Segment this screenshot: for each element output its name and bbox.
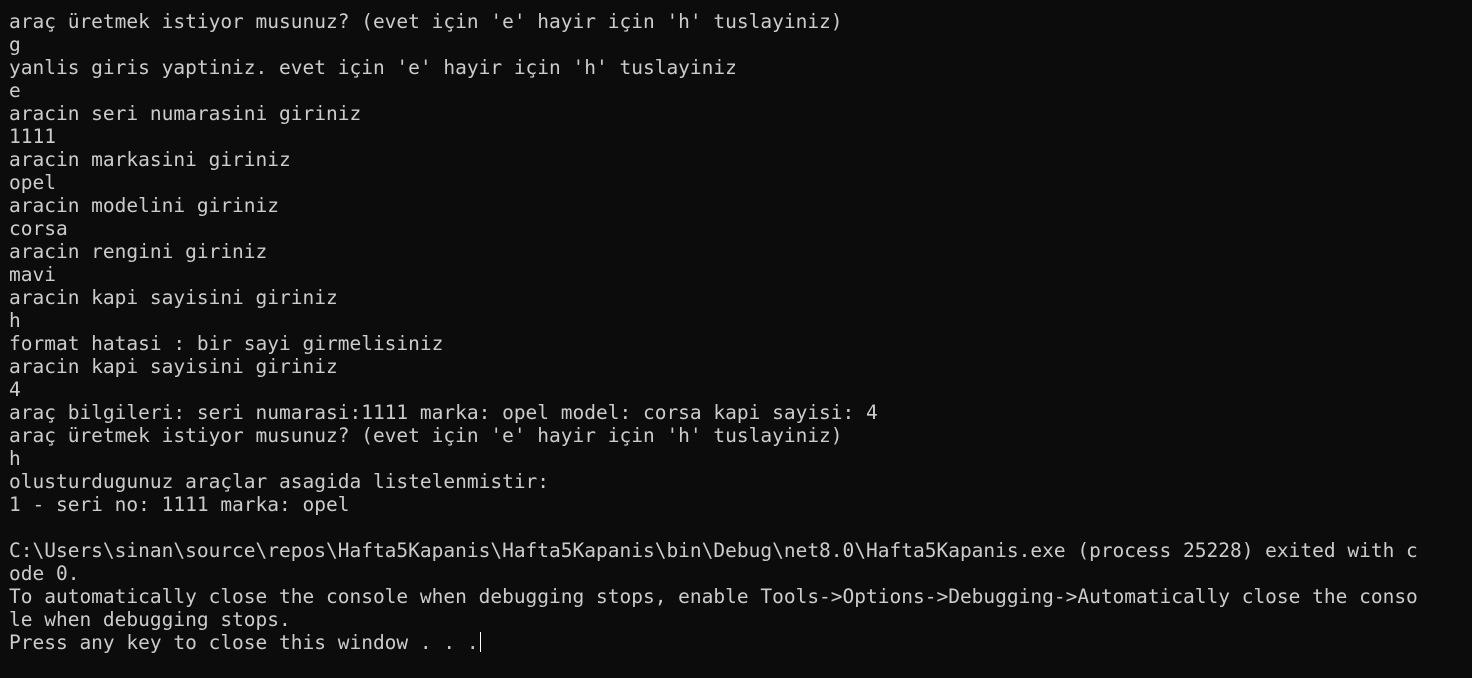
prompt-line: Press any key to close this window . . . xyxy=(9,631,1472,654)
input-line: 4 xyxy=(9,378,21,401)
output-line: aracin rengini giriniz xyxy=(9,240,268,263)
output-line: yanlis giris yaptiniz. evet için 'e' hay… xyxy=(9,56,737,79)
input-line: mavi xyxy=(9,263,56,286)
output-line: araç üretmek istiyor musunuz? (evet için… xyxy=(9,424,843,447)
process-exit-line: C:\Users\sinan\source\repos\Hafta5Kapani… xyxy=(9,539,1418,562)
input-line: corsa xyxy=(9,217,68,240)
console-window[interactable]: araç üretmek istiyor musunuz? (evet için… xyxy=(0,0,1472,678)
input-line: h xyxy=(9,309,21,332)
input-line: h xyxy=(9,447,21,470)
prompt-text: Press any key to close this window . . . xyxy=(9,631,479,654)
info-line: le when debugging stops. xyxy=(9,608,291,631)
list-item: 1 - seri no: 1111 marka: opel xyxy=(9,493,350,516)
output-line: aracin modelini giriniz xyxy=(9,194,280,217)
input-line: e xyxy=(9,79,21,102)
process-exit-line: ode 0. xyxy=(9,562,80,585)
output-line: olusturdugunuz araçlar asagida listelenm… xyxy=(9,470,550,493)
output-line: aracin kapi sayisini giriniz xyxy=(9,355,338,378)
output-line: araç bilgileri: seri numarasi:1111 marka… xyxy=(9,401,878,424)
text-cursor xyxy=(479,632,481,652)
input-line: 1111 xyxy=(9,125,56,148)
error-line: format hatasi : bir sayi girmelisiniz xyxy=(9,332,444,355)
input-line: opel xyxy=(9,171,56,194)
info-line: To automatically close the console when … xyxy=(9,585,1418,608)
output-line: aracin seri numarasini giriniz xyxy=(9,102,362,125)
output-line: araç üretmek istiyor musunuz? (evet için… xyxy=(9,10,843,33)
output-line: aracin markasini giriniz xyxy=(9,148,291,171)
output-line: aracin kapi sayisini giriniz xyxy=(9,286,338,309)
input-line: g xyxy=(9,33,21,56)
